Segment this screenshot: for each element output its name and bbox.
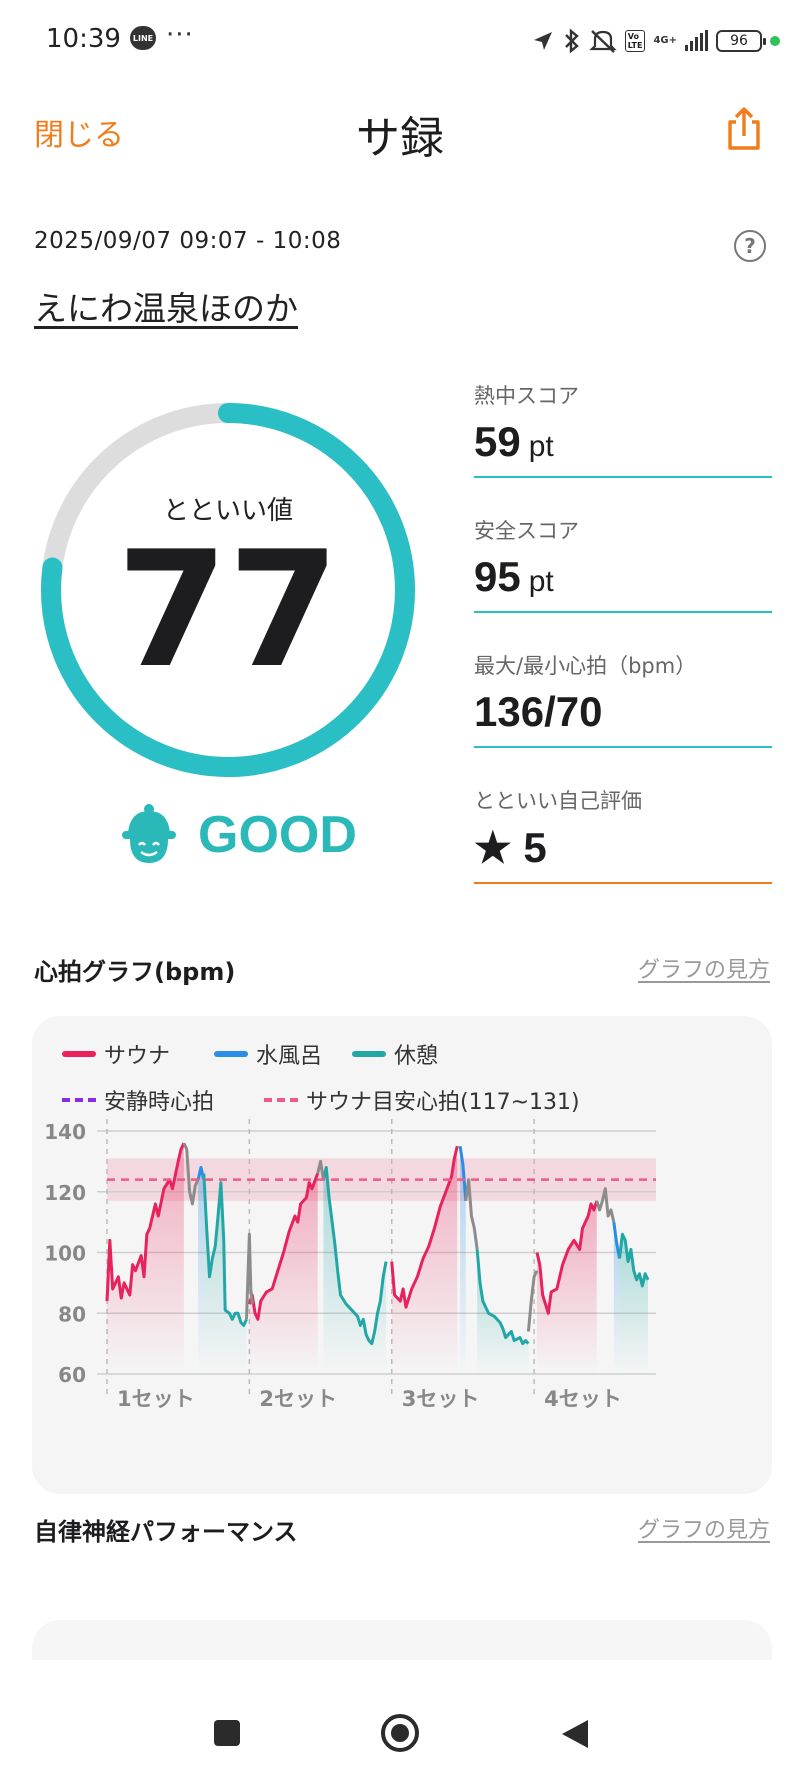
line-app-icon: LINE [130, 26, 156, 50]
heart-rate-range-rule [474, 746, 772, 748]
x-tick-label: 4セット [544, 1387, 622, 1411]
sauna-area [536, 1200, 597, 1374]
x-tick-label: 2セット [259, 1387, 337, 1411]
gauge-value: 77 [116, 516, 340, 703]
heart-graph-help-link[interactable]: グラフの見方 [638, 952, 770, 984]
app-header: 閉じる サ録 [0, 80, 800, 180]
back-icon[interactable] [560, 1718, 590, 1750]
heart-rate-chart: 140 120 100 80 60 1セット 2セット 3セット 4セット [44, 1119, 656, 1411]
rating-text: GOOD [198, 806, 357, 864]
status-icons: Vo LTE 4G+ 96 [531, 24, 780, 58]
ans-performance-title: 自律神経パフォーマンス [34, 1518, 298, 1546]
heat-score-label: 熱中スコア [474, 384, 579, 408]
network-type: 4G+ [653, 35, 677, 46]
safety-score-rule [474, 611, 772, 613]
ans-performance-help-link[interactable]: グラフの見方 [638, 1512, 770, 1544]
recent-apps-icon[interactable] [212, 1718, 242, 1748]
sauna-area [249, 1173, 318, 1374]
y-tick-label: 100 [44, 1242, 86, 1266]
status-time: 10:39 [46, 24, 121, 54]
heat-score-value: 59 pt [474, 418, 554, 465]
home-icon[interactable] [380, 1713, 420, 1753]
help-icon[interactable]: ? [734, 230, 766, 262]
heart-rate-range: 最大/最小心拍（bpm） 136/70 [474, 650, 772, 748]
rest-area [619, 1234, 648, 1374]
rating-badge: GOOD [120, 800, 357, 870]
bluetooth-icon [564, 28, 579, 54]
self-rating: とといい自己評価 ★ 5 [474, 785, 772, 884]
share-icon[interactable] [724, 104, 764, 154]
status-bar: 10:39 LINE ··· Vo LTE 4G+ 96 [0, 0, 800, 80]
page-title: サ録 [356, 113, 444, 164]
other-line [526, 1270, 539, 1332]
sauna-hat-mascot-icon [122, 804, 176, 863]
heart-graph-title: 心拍グラフ(bpm) [34, 958, 236, 986]
heart-rate-range-value: 136/70 [474, 688, 603, 735]
safety-score-label: 安全スコア [474, 519, 579, 543]
heart-rate-chart-card: サウナ 水風呂 休憩 安静時心拍 サウナ目安心拍(117~131) 140 120… [32, 1016, 772, 1494]
volte-icon: Vo LTE [624, 30, 646, 52]
heat-score: 熱中スコア 59 pt [474, 380, 772, 478]
y-tick-label: 80 [58, 1302, 86, 1326]
privacy-indicator-icon [770, 36, 780, 46]
self-rating-value: ★ 5 [474, 824, 547, 871]
y-tick-label: 60 [58, 1363, 86, 1387]
signal-icon [685, 30, 708, 51]
mute-icon [589, 30, 617, 53]
battery-icon: 96 [716, 30, 766, 52]
heart-rate-range-label: 最大/最小心拍（bpm） [474, 654, 697, 678]
rest-area [477, 1249, 529, 1374]
self-rating-rule [474, 882, 772, 884]
more-notifications-icon: ··· [166, 20, 194, 50]
session-datetime: 2025/09/07 09:07 - 10:08 [34, 228, 342, 254]
facility-link[interactable]: えにわ温泉ほのか [34, 282, 298, 330]
safety-score: 安全スコア 95 pt [474, 515, 772, 613]
x-tick-label: 3セット [402, 1387, 480, 1411]
x-tick-label: 1セット [117, 1387, 195, 1411]
safety-score-value: 95 pt [474, 553, 554, 600]
self-rating-label: とといい自己評価 [474, 789, 642, 813]
water-area [198, 1167, 204, 1374]
y-tick-label: 140 [44, 1120, 86, 1144]
location-icon [533, 32, 552, 50]
y-tick-label: 120 [44, 1181, 86, 1205]
heat-score-rule [474, 476, 772, 478]
